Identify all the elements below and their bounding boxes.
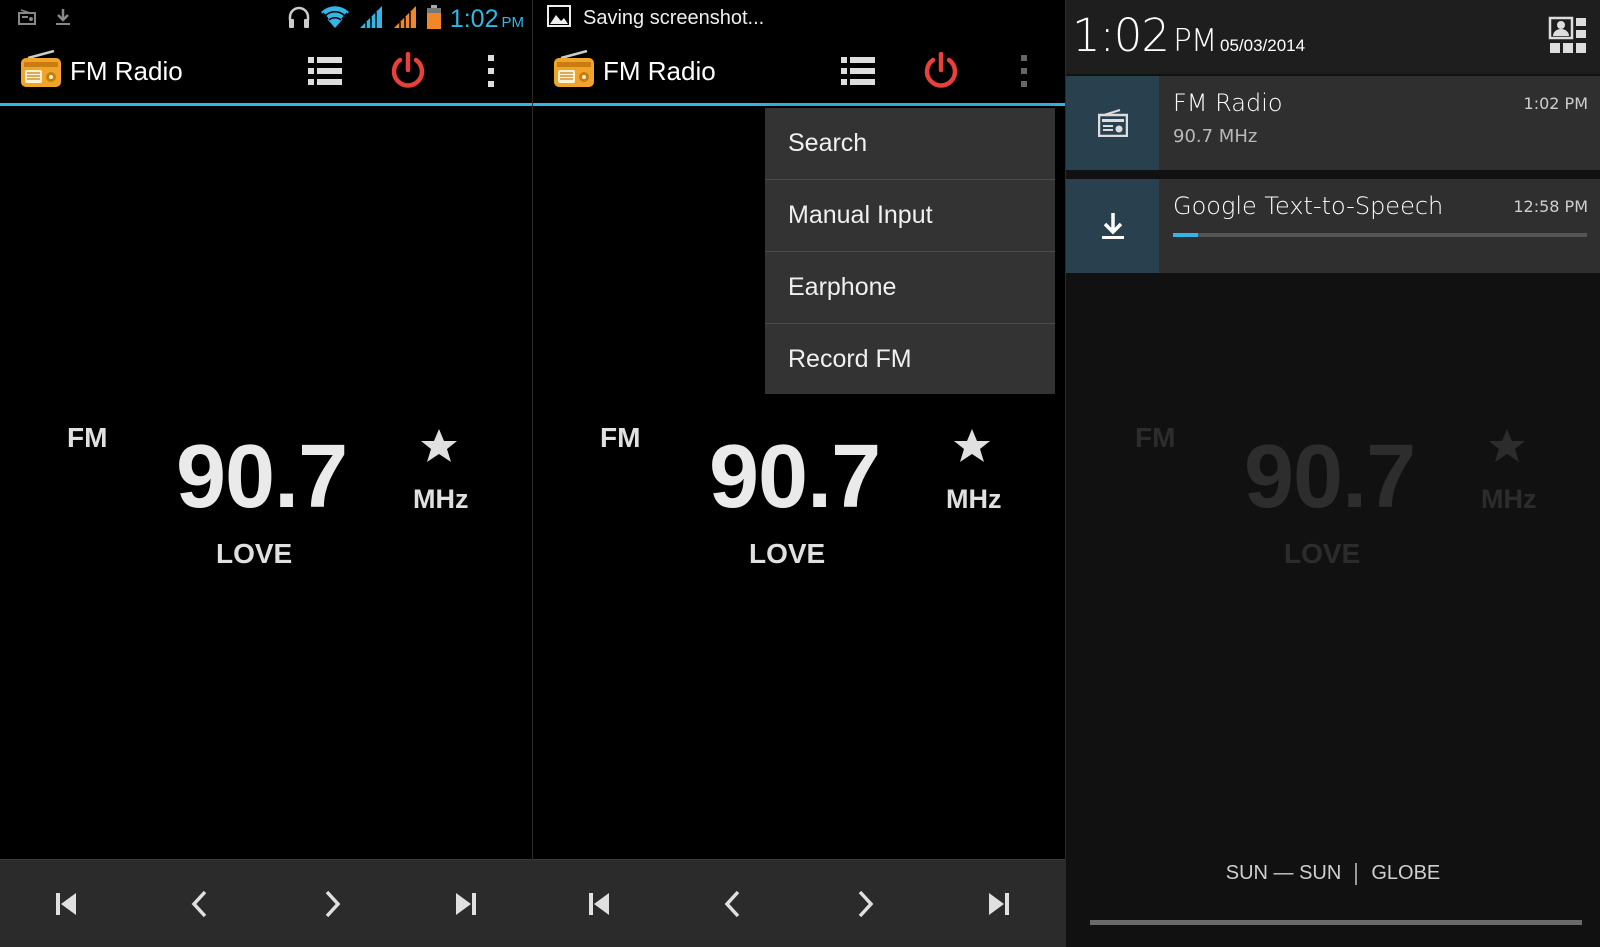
shade-header: 1:02 PM 05/03/2014: [1066, 0, 1600, 74]
radio-notification-icon: [18, 8, 36, 26]
radio-icon: [1066, 76, 1159, 170]
station-name: LOVE: [749, 538, 826, 569]
action-bar: FM Radio: [0, 36, 532, 106]
carrier-label: SUN — SUN GLOBE: [1066, 862, 1600, 885]
image-icon: [547, 5, 571, 31]
notification-shade: FM 90.7 MHz LOVE 1:02 PM 05/03/2014 FM Ra…: [1066, 0, 1600, 947]
frequency-unit: MHz: [1481, 484, 1537, 514]
star-icon: [1488, 428, 1526, 468]
status-bar: Saving screenshot...: [533, 0, 1065, 36]
channel-list-icon[interactable]: [836, 51, 880, 91]
star-icon[interactable]: [420, 428, 458, 468]
app-title: FM Radio: [603, 56, 716, 86]
power-icon[interactable]: [386, 51, 430, 91]
signal-icon: [392, 4, 418, 34]
channel-list-icon[interactable]: [303, 51, 347, 91]
seek-forward-icon[interactable]: [848, 886, 884, 922]
shade-drag-handle[interactable]: [1090, 920, 1582, 925]
frequency-unit: MHz: [413, 484, 469, 514]
download-icon: [54, 8, 72, 26]
menu-item-search[interactable]: Search: [765, 108, 1055, 180]
star-icon[interactable]: [953, 428, 991, 468]
signal-icon: [358, 4, 384, 34]
station-name: LOVE: [216, 538, 293, 569]
bottom-nav-bar: [0, 859, 532, 947]
menu-item-record-fm[interactable]: Record FM: [765, 324, 1055, 394]
download-progress-fill: [1173, 233, 1198, 237]
notification-title: FM Radio: [1173, 89, 1283, 117]
station-name: LOVE: [1284, 538, 1361, 569]
download-icon: [1066, 179, 1159, 273]
app-title: FM Radio: [70, 56, 183, 86]
radio-icon: [20, 49, 62, 92]
seek-back-icon[interactable]: [714, 886, 750, 922]
frequency-display: 90.7: [709, 427, 881, 527]
seek-forward-icon[interactable]: [315, 886, 351, 922]
shade-date: 05/03/2014: [1220, 36, 1306, 55]
radio-icon: [553, 49, 595, 92]
headset-icon: [286, 4, 312, 34]
band-label: FM: [600, 422, 641, 453]
carrier-name-secondary: GLOBE: [1371, 862, 1441, 884]
notification-time: 1:02 PM: [1523, 94, 1588, 113]
quick-settings-icon[interactable]: [1548, 16, 1588, 60]
skip-previous-icon[interactable]: [48, 886, 84, 922]
notification-fm-radio[interactable]: FM Radio 90.7 MHz 1:02 PM: [1066, 76, 1600, 170]
notification-subtitle: 90.7 MHz: [1173, 126, 1258, 147]
action-bar: FM Radio: [533, 36, 1065, 106]
fm-radio-screen: 1:02 PM FM Radio FM 90.7 MHz LOVE: [0, 0, 532, 947]
status-bar: 1:02 PM: [0, 0, 532, 36]
frequency-display: 90.7: [1244, 427, 1416, 527]
menu-item-earphone[interactable]: Earphone: [765, 252, 1055, 324]
carrier-name-primary: SUN — SUN: [1225, 862, 1342, 884]
battery-icon: [426, 4, 442, 34]
carrier-separator: [1355, 862, 1358, 885]
seek-back-icon[interactable]: [181, 886, 217, 922]
menu-item-manual-input[interactable]: Manual Input: [765, 180, 1055, 252]
overflow-menu-icon[interactable]: [469, 51, 513, 91]
status-clock: 1:02 PM: [449, 4, 524, 33]
power-icon[interactable]: [919, 51, 963, 91]
wifi-icon: [320, 4, 350, 34]
bottom-nav-bar: [533, 859, 1065, 947]
overflow-menu: Search Manual Input Earphone Record FM: [765, 108, 1055, 394]
download-progress-bar: [1173, 233, 1587, 237]
frequency-unit: MHz: [946, 484, 1002, 514]
skip-next-icon[interactable]: [448, 886, 484, 922]
notification-time: 12:58 PM: [1513, 197, 1588, 216]
frequency-display: 90.7: [176, 427, 348, 527]
notification-title: Google Text-to-Speech: [1173, 192, 1444, 220]
fm-radio-menu-screen: Saving screenshot... FM Radio FM 90.7 MH…: [533, 0, 1065, 947]
band-label: FM: [1135, 422, 1176, 453]
shade-clock: 1:02 PM: [1072, 9, 1218, 62]
skip-previous-icon[interactable]: [581, 886, 617, 922]
band-label: FM: [67, 422, 108, 453]
notification-google-tts[interactable]: Google Text-to-Speech 12:58 PM: [1066, 179, 1600, 273]
overflow-menu-icon[interactable]: [1002, 51, 1046, 91]
saving-screenshot-text: Saving screenshot...: [583, 6, 765, 29]
skip-next-icon[interactable]: [981, 886, 1017, 922]
